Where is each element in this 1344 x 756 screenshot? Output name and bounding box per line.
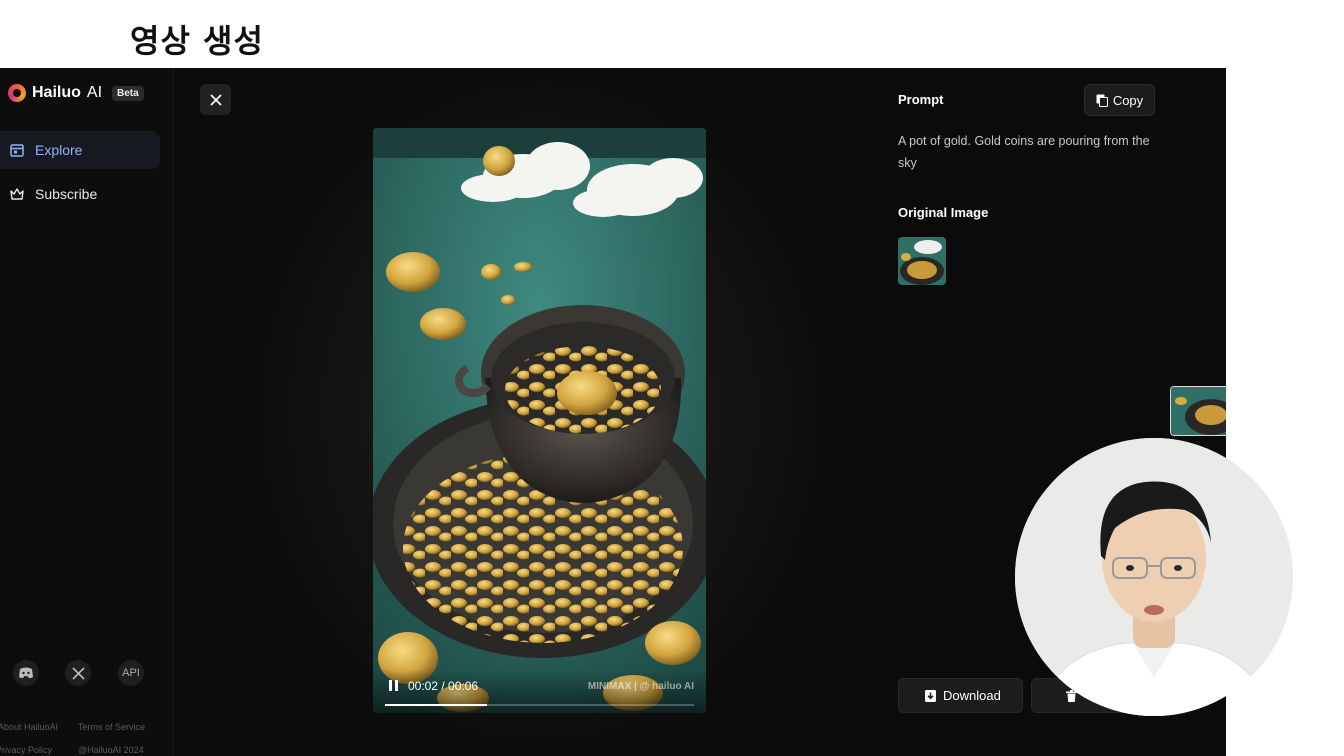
beta-badge: Beta: [112, 85, 144, 101]
sidebar: Hailuo AI Beta Explore Subscribe API Abo…: [0, 68, 174, 756]
brand-name: Hailuo: [32, 84, 81, 101]
original-image-thumbnail[interactable]: [898, 237, 946, 285]
video-player[interactable]: 00:02 / 00:06 MINIMAX | @ hailuo AI: [373, 128, 706, 713]
prompt-title: Prompt: [898, 92, 944, 107]
pot-of-gold-thumbnail-image: [898, 237, 946, 285]
close-button[interactable]: [200, 84, 231, 115]
download-icon: [925, 689, 936, 702]
sidebar-item-label: Subscribe: [35, 186, 98, 202]
video-frame-pot-of-gold: [373, 128, 706, 713]
crown-icon: [10, 188, 24, 200]
x-logo-icon: [71, 666, 85, 680]
presenter-webcam: [1015, 438, 1293, 716]
prompt-text: A pot of gold. Gold coins are pouring fr…: [898, 134, 1150, 170]
calendar-icon: [10, 144, 24, 157]
footer-privacy-link[interactable]: Privacy Policy: [0, 745, 52, 755]
gallery-thumbnail-image: [1171, 387, 1226, 435]
sidebar-item-label: Explore: [35, 142, 83, 158]
video-time: 00:02 / 00:06: [408, 679, 479, 693]
video-controls: 00:02 / 00:06 MINIMAX | @ hailuo AI: [373, 669, 706, 713]
x-twitter-link[interactable]: [65, 660, 91, 686]
hailuo-logo-icon: [8, 84, 26, 102]
api-link[interactable]: API: [118, 660, 144, 686]
video-watermark: MINIMAX | @ hailuo AI: [587, 681, 694, 692]
copy-label: Copy: [1112, 92, 1144, 108]
copy-icon: [1096, 94, 1108, 107]
discord-link[interactable]: [13, 660, 39, 686]
sidebar-item-explore[interactable]: Explore: [0, 131, 160, 169]
sidebar-item-subscribe[interactable]: Subscribe: [0, 175, 160, 213]
download-label: Download: [943, 688, 1001, 703]
footer-terms-link[interactable]: Terms of Service: [78, 722, 145, 732]
slide-heading: 영상 생성: [130, 22, 264, 60]
copy-prompt-button[interactable]: Copy: [1084, 84, 1155, 116]
close-icon: [209, 93, 222, 106]
slide-heading-bar: 영상 생성: [0, 0, 1344, 68]
presenter-figure: [1015, 438, 1293, 716]
original-image-title: Original Image: [898, 205, 989, 220]
gallery-thumbnail[interactable]: [1170, 386, 1226, 436]
footer-copyright: @HailuoAI 2024: [78, 745, 144, 755]
discord-icon: [19, 667, 33, 679]
video-progress-fill: [385, 704, 487, 706]
pause-icon[interactable]: [389, 680, 398, 691]
video-progress-bar[interactable]: [385, 704, 694, 706]
brand-logo[interactable]: Hailuo AI Beta: [8, 84, 144, 102]
download-button[interactable]: Download: [898, 678, 1023, 713]
footer-about-link[interactable]: About HailuoAI: [0, 722, 58, 732]
brand-suffix: AI: [86, 84, 103, 101]
